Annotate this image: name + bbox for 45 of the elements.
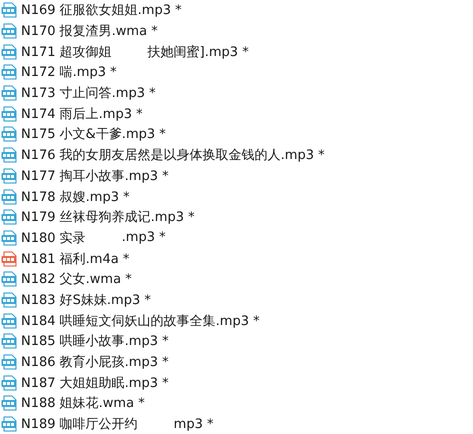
- file-name[interactable]: N185 哄睡小故事.mp3 *: [21, 332, 169, 350]
- file-name[interactable]: N187 大姐姐助眠.mp3 *: [21, 374, 169, 392]
- file-name[interactable]: N183 好S妹妹.mp3 *: [21, 290, 151, 309]
- audio-file-icon: [1, 64, 18, 80]
- audio-file-icon: [1, 168, 18, 184]
- audio-file-icon: [1, 2, 18, 18]
- file-name[interactable]: N188 姐妹花.wma *: [21, 394, 145, 412]
- file-name[interactable]: N177 掏耳小故事.mp3 *: [21, 166, 169, 185]
- file-name[interactable]: N180 实录: [21, 228, 86, 247]
- file-name[interactable]: N179 丝袜母狗养成记.mp3 *: [21, 208, 195, 226]
- file-name[interactable]: N184 哄睡短文伺妖山的故事全集.mp3 *: [21, 312, 260, 330]
- audio-file-icon: [1, 312, 18, 329]
- file-name[interactable]: N176 我的女朋友居然是以身体换取金钱的人.mp3 *: [21, 146, 325, 164]
- audio-file-icon: [1, 395, 18, 412]
- file-name[interactable]: N173 寸止问答.mp3 *: [21, 84, 156, 102]
- file-name[interactable]: N189 咖啡厅公开约: [21, 415, 138, 434]
- file-name[interactable]: N182 父女.wma *: [21, 270, 132, 288]
- audio-file-icon: [1, 209, 18, 226]
- audio-file-icon: [1, 230, 18, 246]
- file-name[interactable]: 扶她闺蜜].mp3 *: [148, 42, 249, 61]
- file-name[interactable]: .mp3 *: [122, 230, 166, 246]
- file-name[interactable]: N170 报复渣男.wma *: [21, 22, 158, 40]
- file-name[interactable]: N172 喘.mp3 *: [21, 63, 117, 82]
- audio-file-icon: [1, 292, 18, 308]
- audio-file-icon: [1, 354, 18, 370]
- file-name[interactable]: N171 超攻御姐: [21, 42, 112, 61]
- file-name[interactable]: N175 小文&干爹.mp3 *: [21, 125, 166, 144]
- audio-file-icon: [1, 106, 18, 122]
- file-name[interactable]: N178 叔嫂.mp3 *: [21, 188, 130, 206]
- audio-file-icon: [1, 188, 18, 205]
- audio-file-icon: [1, 374, 18, 391]
- audio-file-icon: [1, 333, 18, 350]
- file-name[interactable]: N169 征服欲女姐姐.mp3 *: [21, 1, 182, 20]
- audio-file-icon: [1, 85, 18, 102]
- file-name[interactable]: N174 雨后上.mp3 *: [21, 104, 143, 123]
- file-name[interactable]: N186 教育小屁孩.mp3 *: [21, 353, 169, 372]
- audio-file-icon: [1, 44, 18, 60]
- audio-file-icon: [1, 126, 18, 142]
- audio-file-icon: [1, 271, 18, 288]
- audio-file-icon: [1, 23, 18, 40]
- file-name[interactable]: mp3 *: [174, 416, 214, 432]
- audio-file-icon: [1, 147, 18, 164]
- audio-file-icon: [1, 416, 18, 432]
- audio-file-icon: [1, 250, 18, 267]
- file-name[interactable]: N181 福利.m4a *: [21, 250, 130, 268]
